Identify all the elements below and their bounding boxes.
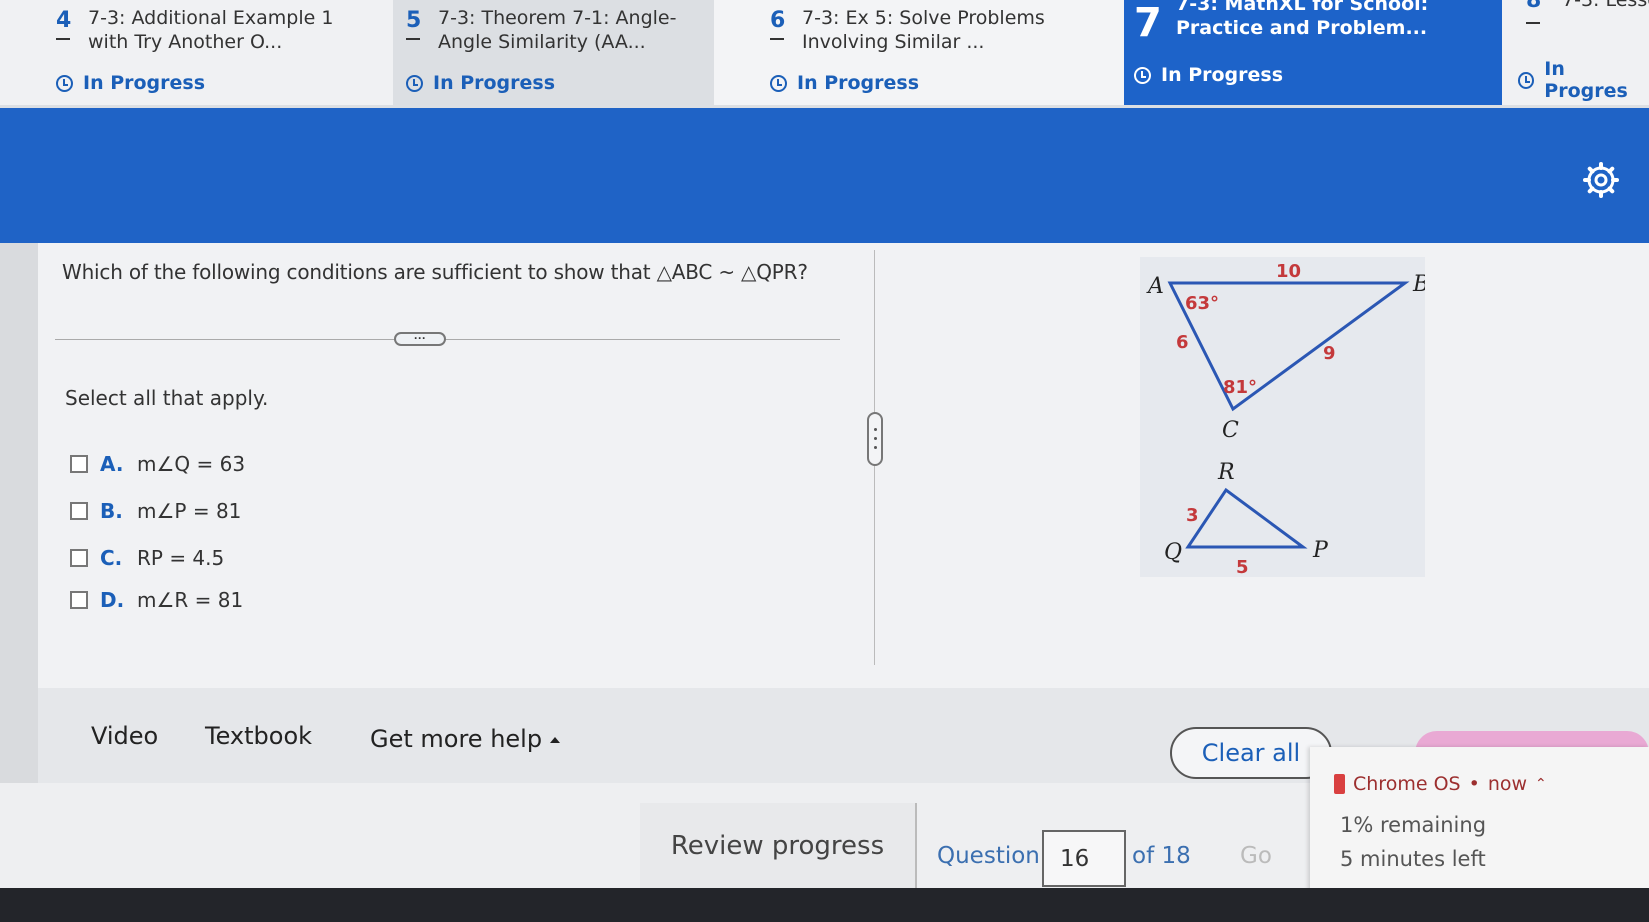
- status-label: In Progress: [797, 72, 920, 94]
- chevron-up-icon[interactable]: ⌃: [1535, 776, 1547, 792]
- question-text: Which of the following conditions are su…: [62, 260, 808, 284]
- option-c[interactable]: C. RP = 4.5: [70, 546, 224, 570]
- side-qp: 5: [1236, 557, 1249, 577]
- option-letter: B.: [100, 499, 123, 523]
- option-letter: C.: [100, 546, 123, 570]
- vertex-a: A: [1146, 274, 1164, 299]
- option-text: m∠R = 81: [137, 588, 244, 612]
- notification-source: Chrome OS: [1353, 773, 1461, 795]
- divider: [55, 339, 840, 340]
- notification-header: Chrome OS • now ⌃: [1334, 773, 1547, 795]
- side-cb: 9: [1323, 343, 1336, 364]
- status-label: In Progress: [83, 72, 206, 94]
- tab-item-5[interactable]: 5 7-3: Theorem 7-1: Angle-Angle Similari…: [350, 0, 720, 105]
- dash-icon: [56, 38, 70, 40]
- question-number-input[interactable]: 16: [1042, 830, 1126, 887]
- angle-a: 63°: [1185, 293, 1219, 314]
- option-letter: D.: [100, 588, 125, 612]
- tab-status: In Progress: [770, 72, 919, 94]
- expand-button[interactable]: ···: [394, 332, 446, 346]
- side-ab: 10: [1276, 261, 1301, 282]
- question-total: of 18: [1132, 843, 1191, 869]
- option-text: m∠P = 81: [137, 499, 242, 523]
- option-text: m∠Q = 63: [137, 452, 246, 476]
- tab-title: 7-3: MathXL for School: Practice and Pro…: [1176, 0, 1429, 39]
- textbook-link[interactable]: Textbook: [205, 722, 312, 750]
- tab-item-6[interactable]: 6 7-3: Ex 5: Solve Problems Involving Si…: [714, 0, 1124, 105]
- left-margin: [0, 243, 38, 783]
- tab-title: 7-3: Theorem 7-1: Angle-Angle Similarity…: [438, 7, 677, 53]
- tab-number: 6: [770, 8, 786, 33]
- tab-number: 8: [1526, 0, 1542, 13]
- tab-title: 7-3: Lesso: [1562, 0, 1649, 11]
- gear-icon[interactable]: [1583, 162, 1619, 198]
- get-more-help-button[interactable]: Get more help: [370, 725, 561, 753]
- clock-icon: [1134, 66, 1151, 84]
- clock-icon: [1518, 71, 1535, 89]
- option-letter: A.: [100, 452, 124, 476]
- tab-item-7[interactable]: 7 7-3: MathXL for School: Practice and P…: [1124, 0, 1502, 105]
- question-header-bar: [0, 108, 1649, 243]
- option-a[interactable]: A. m∠Q = 63: [70, 452, 245, 476]
- notification-line-1: 1% remaining: [1340, 813, 1487, 837]
- checkbox[interactable]: [70, 549, 88, 567]
- status-label: In Progress: [1161, 64, 1284, 86]
- separator-dot: •: [1468, 773, 1480, 795]
- battery-low-icon: [1334, 774, 1345, 794]
- side-ac: 6: [1176, 332, 1189, 353]
- assignment-tabs: 4 7-3: Additional Example 1 with Try Ano…: [0, 0, 1649, 108]
- dash-icon: [1526, 22, 1540, 24]
- get-more-help-label: Get more help: [370, 725, 543, 753]
- checkbox[interactable]: [70, 591, 88, 609]
- clear-all-button[interactable]: Clear all: [1170, 727, 1332, 779]
- tab-title: 7-3: Ex 5: Solve Problems Involving Simi…: [802, 7, 1045, 53]
- tab-status: In Progress: [1134, 64, 1283, 86]
- tab-status: In Progres: [1518, 58, 1649, 102]
- vertex-r: R: [1217, 460, 1235, 485]
- clock-icon: [770, 74, 787, 92]
- review-progress-button[interactable]: Review progress: [640, 803, 917, 895]
- tab-title: 7-3: Additional Example 1 with Try Anoth…: [88, 7, 334, 53]
- chromeos-shelf: [0, 888, 1649, 922]
- tab-status: In Progress: [406, 72, 555, 94]
- caret-up-icon: [550, 737, 561, 743]
- go-button[interactable]: Go: [1240, 843, 1272, 869]
- clock-icon: [406, 74, 423, 92]
- battery-notification[interactable]: Chrome OS • now ⌃ 1% remaining 5 minutes…: [1310, 747, 1649, 907]
- checkbox[interactable]: [70, 455, 88, 473]
- vertex-q: Q: [1164, 540, 1182, 565]
- dash-icon: [770, 38, 784, 40]
- vertex-b: B: [1412, 272, 1425, 297]
- tab-item-4[interactable]: 4 7-3: Additional Example 1 with Try Ano…: [0, 0, 393, 105]
- question-label: Question: [937, 843, 1040, 869]
- notification-time: now: [1487, 773, 1528, 795]
- triangle-figure: A B C Q P R 10 6 9 63° 81° 3 5: [1140, 257, 1429, 578]
- tab-number: 5: [406, 8, 422, 33]
- tab-number: 7: [1134, 0, 1162, 46]
- notification-line-2: 5 minutes left: [1340, 847, 1486, 871]
- option-text: RP = 4.5: [137, 546, 225, 570]
- checkbox[interactable]: [70, 502, 88, 520]
- dash-icon: [406, 38, 420, 40]
- side-qr: 3: [1186, 505, 1199, 526]
- instruction-text: Select all that apply.: [65, 386, 269, 410]
- option-b[interactable]: B. m∠P = 81: [70, 499, 241, 523]
- tab-item-8[interactable]: 8 7-3: Lesso In Progres: [1502, 0, 1649, 105]
- status-label: In Progres: [1544, 58, 1628, 102]
- resize-handle[interactable]: [867, 412, 883, 466]
- tab-number: 4: [56, 8, 72, 33]
- angle-c: 81°: [1223, 377, 1257, 398]
- option-d[interactable]: D. m∠R = 81: [70, 588, 243, 612]
- vertex-c: C: [1222, 418, 1239, 443]
- status-label: In Progress: [433, 72, 556, 94]
- video-link[interactable]: Video: [91, 722, 158, 750]
- tab-status: In Progress: [56, 72, 205, 94]
- clock-icon: [56, 74, 73, 92]
- vertex-p: P: [1312, 538, 1329, 563]
